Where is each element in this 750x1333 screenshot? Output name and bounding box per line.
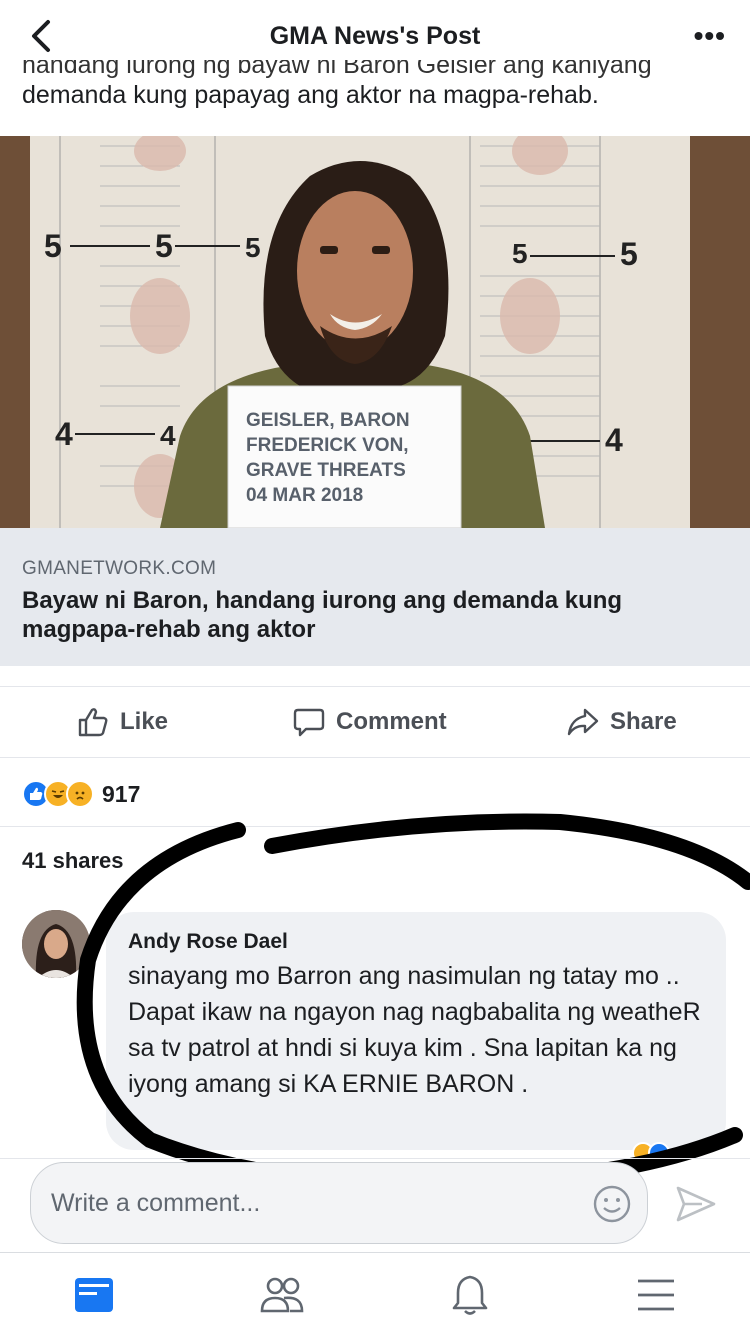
placard-line: GEISLER, BARON <box>246 410 410 431</box>
thumbs-up-icon <box>78 708 108 737</box>
shares-count[interactable]: 41 shares <box>22 848 124 874</box>
comment-bubble[interactable]: Andy Rose Dael sinayang mo Barron ang na… <box>106 912 726 1150</box>
notifications-icon[interactable] <box>446 1271 494 1319</box>
link-domain: GMANETWORK.COM <box>22 558 217 579</box>
news-feed-icon[interactable] <box>70 1271 118 1319</box>
avatar[interactable] <box>22 910 90 978</box>
link-preview[interactable]: GMANETWORK.COM Bayaw ni Baron, handang i… <box>0 528 750 666</box>
post-text: handang iurong ng bayaw ni Baron Geisler… <box>22 60 722 110</box>
menu-icon[interactable] <box>632 1271 680 1319</box>
height-mark: 4 <box>605 422 623 458</box>
page-title: GMA News's Post <box>269 22 481 50</box>
placard-line: 04 MAR 2018 <box>246 485 364 506</box>
height-mark: 5 <box>155 228 173 264</box>
comment-reactions[interactable] <box>632 1142 670 1164</box>
bottom-nav <box>0 1252 750 1333</box>
divider <box>0 1158 750 1159</box>
share-button[interactable]: Share <box>566 705 677 739</box>
comment-text: sinayang mo Barron ang nasimulan ng tata… <box>128 962 701 1098</box>
height-mark: 4 <box>55 416 73 452</box>
height-mark: 5 <box>620 236 638 272</box>
emoji-icon[interactable] <box>591 1183 633 1225</box>
post-text-line: demanda kung papayag ang aktor na magpa-… <box>22 81 599 109</box>
divider <box>0 826 750 827</box>
post-text-cut-line: handang iurong ng bayaw ni Baron Geisler… <box>22 60 652 79</box>
height-mark: 5 <box>245 232 261 263</box>
placard-line: FREDERICK VON, <box>246 435 409 456</box>
send-icon[interactable] <box>672 1180 720 1228</box>
comment-composer <box>30 1162 648 1244</box>
post-actions-bar: Like Comment Share <box>0 686 750 758</box>
like-reaction-icon <box>648 1142 670 1164</box>
comment-author[interactable]: Andy Rose Dael <box>128 930 288 954</box>
placard-text: GEISLER, BARON FREDERICK VON, GRAVE THRE… <box>246 408 446 508</box>
comment-input[interactable] <box>51 1183 571 1223</box>
height-mark: 4 <box>160 420 176 451</box>
height-mark: 5 <box>44 228 62 264</box>
placard-line: GRAVE THREATS <box>246 460 406 481</box>
like-button[interactable]: Like <box>76 705 168 739</box>
height-mark: 5 <box>512 238 528 269</box>
post-photo[interactable]: GEISLER, BARON FREDERICK VON, GRAVE THRE… <box>0 136 750 528</box>
share-label: Share <box>610 708 677 735</box>
share-icon <box>567 708 599 736</box>
link-title: Bayaw ni Baron, handang iurong ang deman… <box>22 587 623 643</box>
reaction-count: 917 <box>102 780 141 807</box>
reactions-summary[interactable]: 917 <box>22 780 140 808</box>
comment-icon <box>293 708 325 737</box>
sad-reaction-icon <box>66 780 94 808</box>
comment-button[interactable]: Comment <box>292 705 447 739</box>
more-options-button[interactable]: ••• <box>694 20 726 52</box>
like-label: Like <box>120 708 169 735</box>
comment-label: Comment <box>336 708 447 735</box>
friends-icon[interactable] <box>258 1271 306 1319</box>
